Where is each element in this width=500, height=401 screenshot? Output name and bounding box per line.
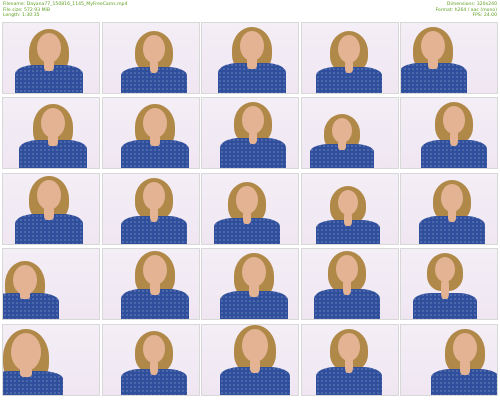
neck-shape [48,134,58,146]
video-thumbnail[interactable] [201,248,299,320]
video-thumbnail[interactable] [2,22,100,94]
neck-shape [242,210,252,224]
length-text: Length: 1:30:35 [3,13,40,19]
video-thumbnail[interactable] [301,22,399,94]
video-thumbnail[interactable] [400,173,498,245]
video-thumbnail[interactable] [2,248,100,320]
video-thumbnail[interactable] [102,324,200,396]
neck-shape [149,359,159,375]
video-thumbnail[interactable] [102,173,200,245]
video-thumbnail[interactable] [201,97,299,169]
video-thumbnail[interactable] [2,173,100,245]
neck-shape [44,59,54,71]
neck-shape [344,59,354,73]
neck-shape [344,212,352,226]
fps-text: FPS: 24.00 [472,13,498,19]
neck-shape [344,357,354,373]
neck-shape [20,366,32,377]
video-thumbnail[interactable] [102,97,200,169]
neck-shape [447,208,457,222]
neck-shape [249,357,261,373]
neck-shape [149,206,159,222]
neck-shape [338,140,346,150]
shirt-pattern [3,293,59,319]
neck-shape [449,130,459,146]
video-thumbnail[interactable] [2,324,100,396]
header: Filename: Dayana77_150816_1145_MyFreeCam… [0,0,500,22]
neck-shape [428,57,438,69]
filename-text: Filename: Dayana77_150816_1145_MyFreeCam… [3,2,128,7]
neck-shape [20,291,30,299]
neck-shape [150,281,160,295]
video-thumbnail[interactable] [400,248,498,320]
video-thumbnail[interactable] [301,173,399,245]
video-thumbnail[interactable] [400,22,498,94]
video-thumbnail[interactable] [2,97,100,169]
video-thumbnail[interactable] [400,324,498,396]
shirt-shape [3,371,63,395]
video-thumbnail[interactable] [301,248,399,320]
face-shape [11,333,41,371]
neck-shape [44,206,54,220]
neck-shape [150,134,160,146]
neck-shape [248,130,258,144]
neck-shape [342,279,352,295]
video-thumbnail[interactable] [102,22,200,94]
neck-shape [460,359,470,375]
neck-shape [249,283,259,297]
video-thumbnail[interactable] [400,97,498,169]
video-info: Dimensions: 320x240 Format: h264 / aac (… [435,2,497,19]
shirt-shape [3,293,59,319]
video-thumbnail[interactable] [301,97,399,169]
video-thumbnail[interactable] [102,248,200,320]
video-thumbnail[interactable] [301,324,399,396]
shirt-pattern [3,371,63,395]
video-thumbnail[interactable] [201,173,299,245]
file-info: Filename: Dayana77_150816_1145_MyFreeCam… [3,2,127,19]
face-shape [242,329,268,362]
neck-shape [149,59,159,73]
video-thumbnail[interactable] [201,22,299,94]
neck-shape [441,279,449,299]
video-thumbnail[interactable] [201,324,299,396]
thumbnail-grid [0,22,500,401]
neck-shape [247,57,257,69]
